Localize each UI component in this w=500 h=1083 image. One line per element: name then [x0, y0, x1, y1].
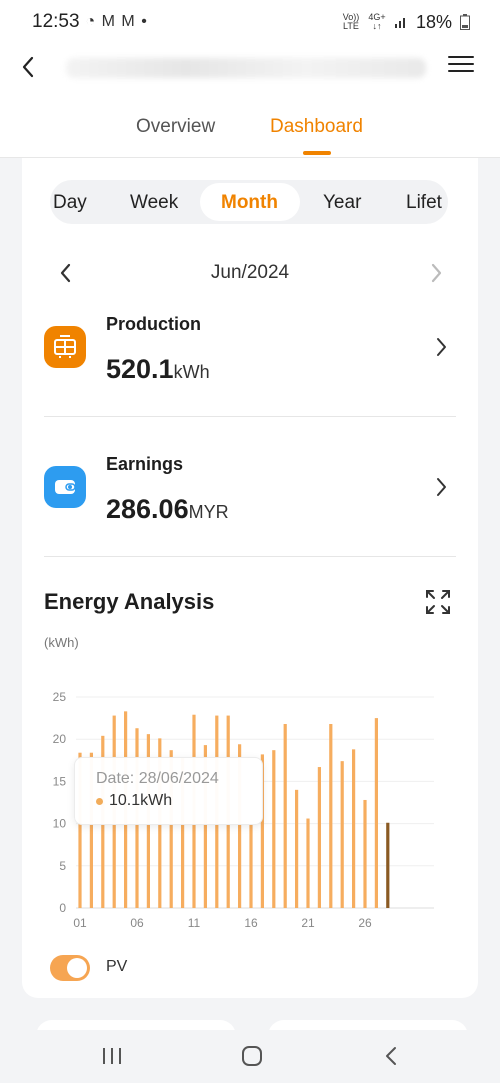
- tab-overview[interactable]: Overview: [136, 116, 215, 138]
- bar: [363, 799, 367, 908]
- recent-apps-icon: [103, 1048, 121, 1064]
- chevron-left-icon: [22, 56, 34, 78]
- production-icon: [44, 326, 86, 368]
- home-icon: [242, 1046, 262, 1066]
- bar: [317, 767, 321, 908]
- y-tick-label: 10: [53, 817, 67, 831]
- status-time: 12:53: [32, 11, 80, 32]
- x-tick-label: 26: [358, 916, 372, 930]
- chart-tooltip: Date: 28/06/2024 10.1kWh: [74, 757, 263, 825]
- bar: [306, 818, 310, 908]
- y-tick-label: 15: [53, 774, 67, 788]
- system-navigation-bar: [0, 1030, 500, 1083]
- volte-icon: Vo)) LTE: [342, 12, 360, 31]
- recent-apps-button[interactable]: [92, 1042, 132, 1070]
- bar: [272, 750, 276, 908]
- production-unit: kWh: [173, 362, 210, 382]
- period-year[interactable]: Year: [323, 192, 361, 214]
- chevron-right-icon: [432, 474, 450, 500]
- period-month[interactable]: Month: [221, 192, 278, 214]
- x-tick-label: 16: [244, 916, 258, 930]
- next-month-button[interactable]: [426, 260, 446, 286]
- divider: [44, 416, 456, 417]
- network-4g-icon: 4G+ ↓↑: [368, 12, 386, 31]
- back-arrow-icon: [386, 1047, 396, 1065]
- battery-icon: [460, 14, 470, 30]
- y-tick-label: 25: [53, 690, 67, 704]
- period-lifetime[interactable]: Lifet: [406, 192, 442, 214]
- production-row[interactable]: Production 520.1kWh: [22, 298, 478, 418]
- earnings-unit: MYR: [188, 502, 229, 522]
- signal-icon: [394, 18, 405, 28]
- legend-label-pv: PV: [106, 958, 128, 975]
- home-button[interactable]: [232, 1042, 272, 1070]
- divider: [44, 556, 456, 557]
- period-day[interactable]: Day: [53, 192, 87, 214]
- y-tick-label: 0: [59, 901, 66, 915]
- chart-unit-label: (kWh): [44, 635, 79, 650]
- earnings-row[interactable]: Earnings 286.06MYR: [22, 438, 478, 558]
- bar: [249, 824, 253, 908]
- blurred-plant-title: [66, 58, 426, 78]
- current-date: Jun/2024: [210, 262, 290, 283]
- energy-analysis-title: Energy Analysis: [44, 589, 215, 614]
- battery-percent: 18%: [415, 11, 452, 32]
- menu-button[interactable]: [448, 52, 474, 78]
- bar: [352, 749, 356, 908]
- bar: [329, 724, 333, 908]
- bar: [283, 724, 287, 908]
- y-tick-label: 5: [59, 859, 66, 873]
- x-tick-label: 21: [301, 916, 315, 930]
- tab-dashboard[interactable]: Dashboard: [270, 116, 363, 138]
- system-back-button[interactable]: [372, 1042, 412, 1070]
- bar: [295, 789, 299, 908]
- toggle-knob: [67, 958, 87, 978]
- x-tick-label: 11: [188, 916, 201, 930]
- tooltip-series-dot: [96, 798, 103, 805]
- dashboard-card: Day Week Month Year Lifet Jun/2024 Produ…: [22, 158, 478, 998]
- bar: [340, 761, 344, 908]
- production-value: 520.1kWh: [106, 354, 210, 384]
- status-bar: 12:53 ◔ M M • Vo)) LTE 4G+ ↓↑ 18%: [0, 0, 500, 44]
- tooltip-date: Date: 28/06/2024: [96, 770, 219, 787]
- chevron-right-icon: [431, 263, 442, 283]
- x-tick-label: 01: [73, 916, 87, 930]
- bar: [374, 718, 378, 908]
- fullscreen-icon: [426, 590, 450, 614]
- expand-chart-button[interactable]: [424, 588, 452, 616]
- back-button[interactable]: [14, 50, 44, 84]
- wallet-icon: [44, 466, 86, 508]
- notification-icons: ◔ M M •: [85, 13, 148, 30]
- bar-selected: [386, 822, 390, 908]
- tooltip-value: 10.1kWh: [109, 792, 173, 809]
- pv-series-toggle[interactable]: [50, 955, 90, 981]
- earnings-label: Earnings: [106, 454, 184, 474]
- production-label: Production: [106, 314, 201, 334]
- active-tab-indicator: [303, 151, 331, 155]
- chevron-right-icon: [432, 334, 450, 360]
- date-navigator: Jun/2024: [22, 258, 478, 288]
- y-tick-label: 20: [53, 732, 67, 746]
- period-selector: Day Week Month Year Lifet: [50, 180, 448, 224]
- app-header: Overview Dashboard: [0, 44, 500, 158]
- x-tick-label: 06: [130, 916, 144, 930]
- period-week[interactable]: Week: [130, 192, 178, 214]
- earnings-value: 286.06MYR: [106, 494, 229, 524]
